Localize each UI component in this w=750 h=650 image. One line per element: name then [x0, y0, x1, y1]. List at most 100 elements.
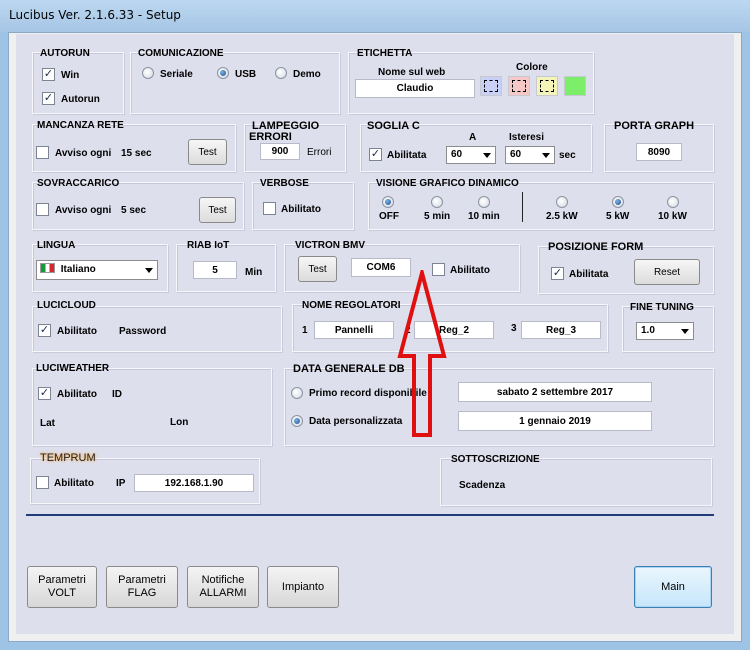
- notifiche-allarmi-button[interactable]: Notifiche ALLARMI: [187, 566, 259, 608]
- nome-web-input[interactable]: Claudio: [355, 79, 475, 98]
- visione-5min-label: 5 min: [424, 211, 451, 222]
- posizione-form-title: POSIZIONE FORM: [548, 241, 644, 253]
- main-label: Main: [661, 580, 685, 593]
- visione-5min-radio[interactable]: [431, 196, 443, 208]
- data-personalizzata-label: Data personalizzata: [309, 416, 403, 427]
- title-bar: Lucibus Ver. 2.1.6.33 - Setup: [0, 0, 750, 32]
- fine-tuning-select[interactable]: 1.0: [636, 322, 694, 340]
- visione-2-5kw-label: 2.5 kW: [546, 211, 578, 222]
- parametri-volt-button[interactable]: Parametri VOLT: [27, 566, 97, 608]
- regolatore-3-num: 3: [511, 323, 517, 334]
- visione-2-5kw-radio[interactable]: [556, 196, 568, 208]
- sovraccarico-avviso-value: 5 sec: [121, 205, 147, 216]
- usb-label: USB: [235, 69, 257, 80]
- temprum-ip-label: IP: [116, 478, 126, 489]
- soglia-a-select[interactable]: 60: [446, 146, 496, 164]
- etichetta-title: ETICHETTA: [357, 48, 413, 59]
- autorun-checkbox[interactable]: ✓: [42, 92, 55, 105]
- verbose-checkbox[interactable]: [263, 202, 276, 215]
- fine-tuning-value: 1.0: [641, 325, 655, 336]
- visione-10kw-radio[interactable]: [667, 196, 679, 208]
- visione-10kw-label: 10 kW: [658, 211, 687, 222]
- color-swatch-red[interactable]: [508, 76, 530, 96]
- luciweather-checkbox[interactable]: ✓: [38, 387, 51, 400]
- win-checkbox[interactable]: ✓: [42, 68, 55, 81]
- porta-graph-input[interactable]: 8090: [636, 143, 682, 161]
- red-arrow-shape: [397, 270, 447, 437]
- temprum-checkbox[interactable]: [36, 476, 49, 489]
- verbose-title: VERBOSE: [260, 178, 309, 189]
- data-personalizzata-date[interactable]: 1 gennaio 2019: [458, 411, 652, 431]
- lucicloud-checkbox[interactable]: ✓: [38, 324, 51, 337]
- impianto-button[interactable]: Impianto: [267, 566, 339, 608]
- victron-title: VICTRON BMV: [295, 240, 365, 251]
- soglia-isteresi-label: Isteresi: [509, 132, 545, 143]
- sottoscrizione-title: SOTTOSCRIZIONE: [451, 454, 540, 465]
- visione-5kw-label: 5 kW: [606, 211, 630, 222]
- chevron-down-icon: [145, 268, 153, 273]
- lingua-value: Italiano: [60, 264, 96, 275]
- colore-label: Colore: [516, 62, 548, 73]
- italy-flag-icon: [40, 263, 55, 273]
- sovraccarico-title: SOVRACCARICO: [37, 178, 120, 189]
- visione-5kw-radio[interactable]: [612, 196, 624, 208]
- temprum-logo: TEMPRUM: [40, 452, 96, 464]
- window-title: Lucibus Ver. 2.1.6.33 - Setup: [9, 8, 181, 22]
- data-db-title: DATA GENERALE DB: [293, 363, 405, 375]
- parametri-volt-line2: VOLT: [48, 587, 76, 599]
- luciweather-id-label: ID: [112, 389, 122, 400]
- mancanza-rete-title: MANCANZA RETE: [37, 120, 124, 131]
- primo-record-date[interactable]: sabato 2 settembre 2017: [458, 382, 652, 402]
- parametri-volt-line1: Parametri: [38, 574, 86, 586]
- color-swatch-green[interactable]: [564, 76, 586, 96]
- soglia-c-title: SOGLIA C: [367, 120, 420, 132]
- primo-record-radio[interactable]: [291, 387, 303, 399]
- data-db-group: [284, 368, 714, 446]
- lingua-select[interactable]: Italiano: [36, 260, 158, 280]
- red-arrow-annotation: [397, 270, 447, 437]
- scadenza-label: Scadenza: [459, 480, 506, 491]
- visione-10min-label: 10 min: [468, 211, 500, 222]
- visione-divider: [522, 192, 523, 222]
- soglia-isteresi-value: 60: [510, 149, 522, 160]
- data-personalizzata-radio[interactable]: [291, 415, 303, 427]
- regolatore-3-input[interactable]: Reg_3: [521, 321, 601, 339]
- demo-radio[interactable]: [275, 67, 287, 79]
- visione-off-radio[interactable]: [382, 196, 394, 208]
- mancanza-rete-test-button[interactable]: Test: [188, 139, 227, 165]
- luciweather-lon-label: Lon: [170, 417, 189, 428]
- lampeggio-input[interactable]: 900: [260, 143, 300, 160]
- riab-iot-unit: Min: [245, 267, 263, 278]
- reset-button[interactable]: Reset: [634, 259, 700, 285]
- color-swatch-blue[interactable]: [480, 76, 502, 96]
- victron-test-button[interactable]: Test: [298, 256, 337, 282]
- soglia-c-checkbox[interactable]: ✓: [369, 148, 382, 161]
- sovraccarico-checkbox[interactable]: [36, 203, 49, 216]
- regolatore-1-input[interactable]: Pannelli: [314, 321, 394, 339]
- posizione-form-checkbox[interactable]: ✓: [551, 267, 564, 280]
- lampeggio-title-2: ERRORI: [249, 131, 292, 143]
- main-button[interactable]: Main: [634, 566, 712, 608]
- porta-graph-title: PORTA GRAPH: [614, 120, 695, 132]
- comunicazione-title: COMUNICAZIONE: [138, 48, 224, 59]
- seriale-radio[interactable]: [142, 67, 154, 79]
- notifiche-allarmi-line2: ALLARMI: [199, 587, 247, 599]
- autorun-label: Autorun: [61, 94, 100, 105]
- riab-iot-input[interactable]: 5: [193, 261, 237, 279]
- autorun-title: AUTORUN: [40, 48, 90, 59]
- temprum-ip-input[interactable]: 192.168.1.90: [134, 474, 254, 492]
- chevron-down-icon: [681, 329, 689, 334]
- luciweather-group: [32, 368, 272, 446]
- sovraccarico-test-button[interactable]: Test: [199, 197, 236, 223]
- usb-radio[interactable]: [217, 67, 229, 79]
- soglia-isteresi-select[interactable]: 60: [505, 146, 555, 164]
- visione-10min-radio[interactable]: [478, 196, 490, 208]
- mancanza-rete-checkbox[interactable]: [36, 146, 49, 159]
- color-swatch-yellow[interactable]: [536, 76, 558, 96]
- lingua-title: LINGUA: [37, 240, 76, 251]
- chevron-down-icon: [542, 153, 550, 158]
- parametri-flag-button[interactable]: Parametri FLAG: [106, 566, 178, 608]
- regolatore-1-num: 1: [302, 325, 308, 336]
- soglia-c-abilitata-label: Abilitata: [387, 150, 427, 161]
- lucicloud-password-label: Password: [119, 326, 167, 337]
